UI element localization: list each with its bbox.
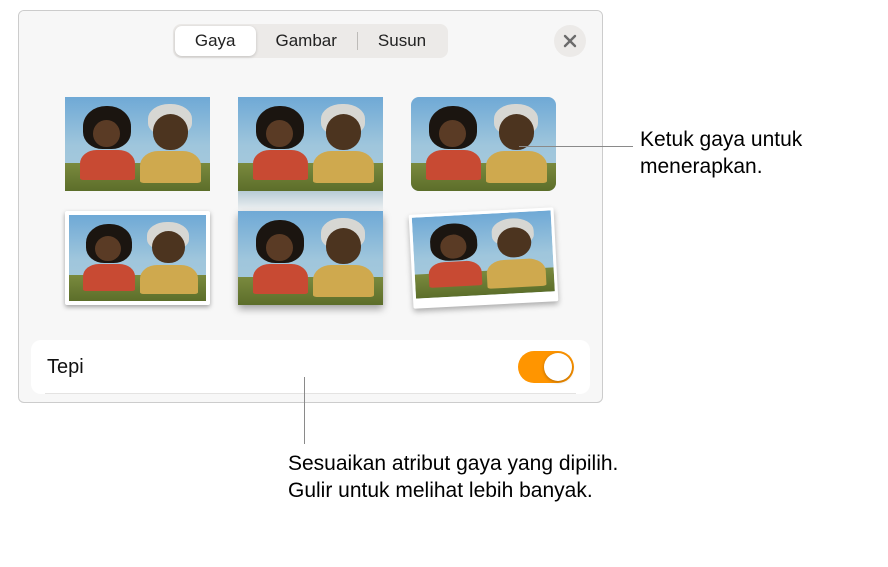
style-plain[interactable]	[65, 97, 210, 191]
style-polaroid-tilt[interactable]	[409, 207, 559, 308]
style-preview-image	[69, 215, 206, 301]
switch-knob	[544, 353, 572, 381]
tepi-label: Tepi	[47, 356, 84, 379]
style-border-frame[interactable]	[65, 211, 210, 305]
tabs-segmented-control: Gaya Gambar Susun	[173, 24, 448, 58]
style-preview-image	[238, 211, 383, 305]
style-preview-image	[238, 97, 383, 191]
style-preview-image	[65, 97, 210, 191]
tab-gambar[interactable]: Gambar	[256, 26, 357, 56]
panel-header: Gaya Gambar Susun	[19, 11, 602, 71]
callout-leader	[304, 377, 305, 444]
style-reflection[interactable]	[238, 97, 383, 191]
format-panel: Gaya Gambar Susun	[18, 10, 603, 403]
callout-leader	[519, 146, 633, 147]
callout-tap-style: Ketuk gaya untuk menerapkan.	[640, 126, 880, 181]
style-preview-image	[412, 210, 555, 298]
styles-grid	[19, 71, 602, 325]
tab-gaya[interactable]: Gaya	[175, 26, 256, 56]
style-drop-shadow[interactable]	[238, 211, 383, 305]
close-button[interactable]	[554, 25, 586, 57]
tepi-toggle[interactable]	[518, 351, 574, 383]
tab-susun[interactable]: Susun	[358, 26, 446, 56]
callout-adjust: Sesuaikan atribut gaya yang dipilih. Gul…	[288, 450, 628, 505]
tepi-row: Tepi	[31, 340, 590, 394]
style-preview-image	[411, 97, 556, 191]
close-icon	[563, 34, 577, 48]
style-rounded[interactable]	[411, 97, 556, 191]
